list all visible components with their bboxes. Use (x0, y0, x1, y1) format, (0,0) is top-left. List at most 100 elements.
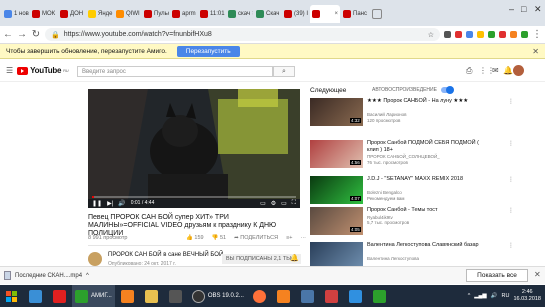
search-input[interactable]: Введите запрос (77, 66, 273, 77)
video-player[interactable]: ❚❚ ▶| 🔊 0:01 / 4:44 ▭ ⚙ ▭ ⛶ (88, 89, 300, 208)
folder-icon[interactable] (141, 285, 163, 307)
youtube-logo[interactable]: YouTube RU (17, 66, 69, 75)
extension-icon[interactable] (466, 31, 473, 38)
minimize-icon[interactable]: – (509, 4, 514, 14)
browser-tab[interactable]: Пульс× (142, 5, 169, 23)
ie-icon[interactable] (24, 285, 46, 307)
settings-gear-icon[interactable]: ⚙ (271, 200, 276, 207)
download-item[interactable]: Последние СКАН....mp4 ^ (4, 271, 89, 280)
recommendation-title[interactable]: Пророк Санбой - Темы тост (367, 207, 487, 214)
user-avatar[interactable] (513, 65, 524, 76)
video-progress-bar[interactable] (92, 196, 296, 198)
recommendation-title[interactable]: Пророк Санбой ПОДМОЙ СЕБЯ ПОДМОЙ ( клип … (367, 140, 487, 153)
amigo2-icon[interactable] (369, 285, 391, 307)
recommendation-title[interactable]: Валентина Легкоступова Славянский базар (367, 242, 487, 249)
vk-icon[interactable] (297, 285, 319, 307)
tab-close-icon[interactable]: × (334, 11, 338, 17)
recommendation-thumbnail[interactable]: 4:07 (310, 176, 363, 204)
show-all-downloads-button[interactable]: Показать все (466, 269, 528, 282)
recommendation-title[interactable]: ★★★ Пророк САНБОЙ - На лунy ★★★ (367, 98, 487, 105)
close-icon[interactable]: ✕ (532, 47, 539, 56)
browser-tab[interactable]: aprm× (170, 5, 197, 23)
tab-close-icon[interactable]: × (252, 11, 253, 17)
extension-settings-icon[interactable] (444, 31, 451, 38)
like-button[interactable]: 👍 159 (186, 235, 204, 241)
forward-icon[interactable]: → (17, 29, 27, 40)
channel-name[interactable]: ПРОРОК САН БОЙ в сане ВЕЧНЫЙ БОЙ (108, 252, 223, 258)
more-options-icon[interactable]: ⋮ (508, 242, 514, 249)
dislike-button[interactable]: 👎 51 (212, 235, 227, 241)
browser-tab[interactable]: Панс× (341, 5, 368, 23)
new-tab-button[interactable] (372, 9, 382, 19)
subtitles-icon[interactable]: ▭ (260, 200, 266, 207)
browser-tab[interactable]: Скач × (254, 5, 281, 23)
clock[interactable]: 2:46 16.03.2018 (513, 289, 541, 303)
more-options-icon[interactable]: ⋮ (508, 176, 514, 183)
extension-icon[interactable] (488, 31, 495, 38)
autoplay-toggle[interactable] (440, 86, 454, 94)
recommendation-thumbnail[interactable]: 4:32 (310, 98, 363, 126)
ok2-icon[interactable] (273, 285, 295, 307)
share-button[interactable]: ➦ ПОДЕЛИТЬСЯ (234, 235, 278, 241)
ok-icon[interactable] (117, 285, 139, 307)
amigo-taskbar-button[interactable]: АМИГ... (72, 285, 115, 307)
browser-tab[interactable]: скач× (226, 5, 253, 23)
network-icon[interactable]: ▂▄▆ (474, 293, 486, 299)
recommendation-item[interactable]: 4:07 J.D.J - "SETANAY" MAXX REMIX 2018 Bol… (310, 176, 520, 204)
recommendation-title[interactable]: J.D.J - "SETANAY" MAXX REMIX 2018 (367, 176, 487, 183)
extension-icon[interactable] (499, 31, 506, 38)
yandex-icon[interactable] (48, 285, 70, 307)
recommendation-item[interactable]: 4:32 ★★★ Пророк САНБОЙ - На лунy ★★★ Васил… (310, 98, 520, 126)
fullscreen-icon[interactable]: ⛶ (292, 200, 296, 207)
recommendation-thumbnail[interactable]: 4:05 (310, 207, 363, 235)
more-options-icon[interactable]: ⋮ (508, 207, 514, 214)
winamp-icon[interactable] (165, 285, 187, 307)
windows-start-button[interactable] (0, 285, 22, 307)
menu-icon[interactable]: ⋮ (532, 29, 542, 40)
extension-icon[interactable] (510, 31, 517, 38)
play-icon[interactable]: ❚❚ (92, 200, 102, 207)
close-window-icon[interactable]: ✕ (534, 4, 542, 15)
browser-tab[interactable]: 1 нов× (2, 5, 29, 23)
volume-icon[interactable]: 🔊 (118, 200, 125, 207)
tray-arrow-icon[interactable]: ^ (468, 293, 471, 299)
close-icon[interactable]: ✕ (534, 270, 541, 279)
firefox-icon[interactable] (249, 285, 271, 307)
channel-avatar[interactable] (88, 252, 102, 266)
reload-icon[interactable]: ↻ (31, 29, 41, 40)
browser-tab[interactable]: ДОН× (58, 5, 85, 23)
extension-icon[interactable] (477, 31, 484, 38)
volume-tray-icon[interactable]: 🔊 (491, 293, 498, 299)
maximize-icon[interactable]: □ (521, 4, 526, 14)
recommendation-item[interactable]: 4:56 Пророк Санбой ПОДМОЙ СЕБЯ ПОДМОЙ ( к… (310, 140, 520, 168)
app-icon[interactable] (345, 285, 367, 307)
more-options-icon[interactable]: ⋮ (508, 140, 514, 147)
messages-icon[interactable]: ✉ (492, 66, 499, 75)
next-icon[interactable]: ▶| (107, 200, 113, 207)
bookmark-star-icon[interactable]: ☆ (428, 31, 434, 39)
add-to-playlist-icon[interactable]: ≡+ (286, 235, 292, 241)
language-indicator[interactable]: RU (502, 293, 510, 299)
browser-tab[interactable]: × (310, 5, 340, 23)
browser-tab[interactable]: QIWI× (114, 5, 141, 23)
hamburger-menu-icon[interactable]: ☰ (6, 66, 13, 75)
search-button[interactable]: ⌕ (273, 66, 295, 77)
back-icon[interactable]: ← (3, 29, 13, 40)
notifications-bell-icon[interactable]: 🔔 (503, 66, 513, 75)
browser-tab[interactable]: (39) I× (282, 5, 309, 23)
obs-taskbar-button[interactable]: OBS 19.0.2... (189, 285, 247, 307)
browser-tab[interactable]: Янде× (86, 5, 113, 23)
recommendation-item[interactable]: 4:05 Пророк Санбой - Темы тост Ryabul4ik9t… (310, 207, 520, 235)
channel-bell-icon[interactable]: 🔔 (290, 254, 299, 262)
extension-icon[interactable] (521, 31, 528, 38)
upload-video-icon[interactable]: ⎙ (466, 66, 472, 76)
extension-icon[interactable] (455, 31, 462, 38)
media-icon[interactable] (321, 285, 343, 307)
subscribe-button[interactable]: ВЫ ПОДПИСАНЫ 2,1 ТЫС. (222, 254, 301, 264)
theater-mode-icon[interactable]: ▭ (281, 200, 287, 207)
chevron-up-icon[interactable]: ^ (86, 273, 89, 279)
browser-tab[interactable]: 11:01× (198, 5, 225, 23)
browser-tab[interactable]: МОК× (30, 5, 57, 23)
more-actions-icon[interactable]: ··· (301, 235, 307, 241)
url-input[interactable]: 🔒 https://www.youtube.com/watch?v=fnunbi… (45, 28, 440, 41)
